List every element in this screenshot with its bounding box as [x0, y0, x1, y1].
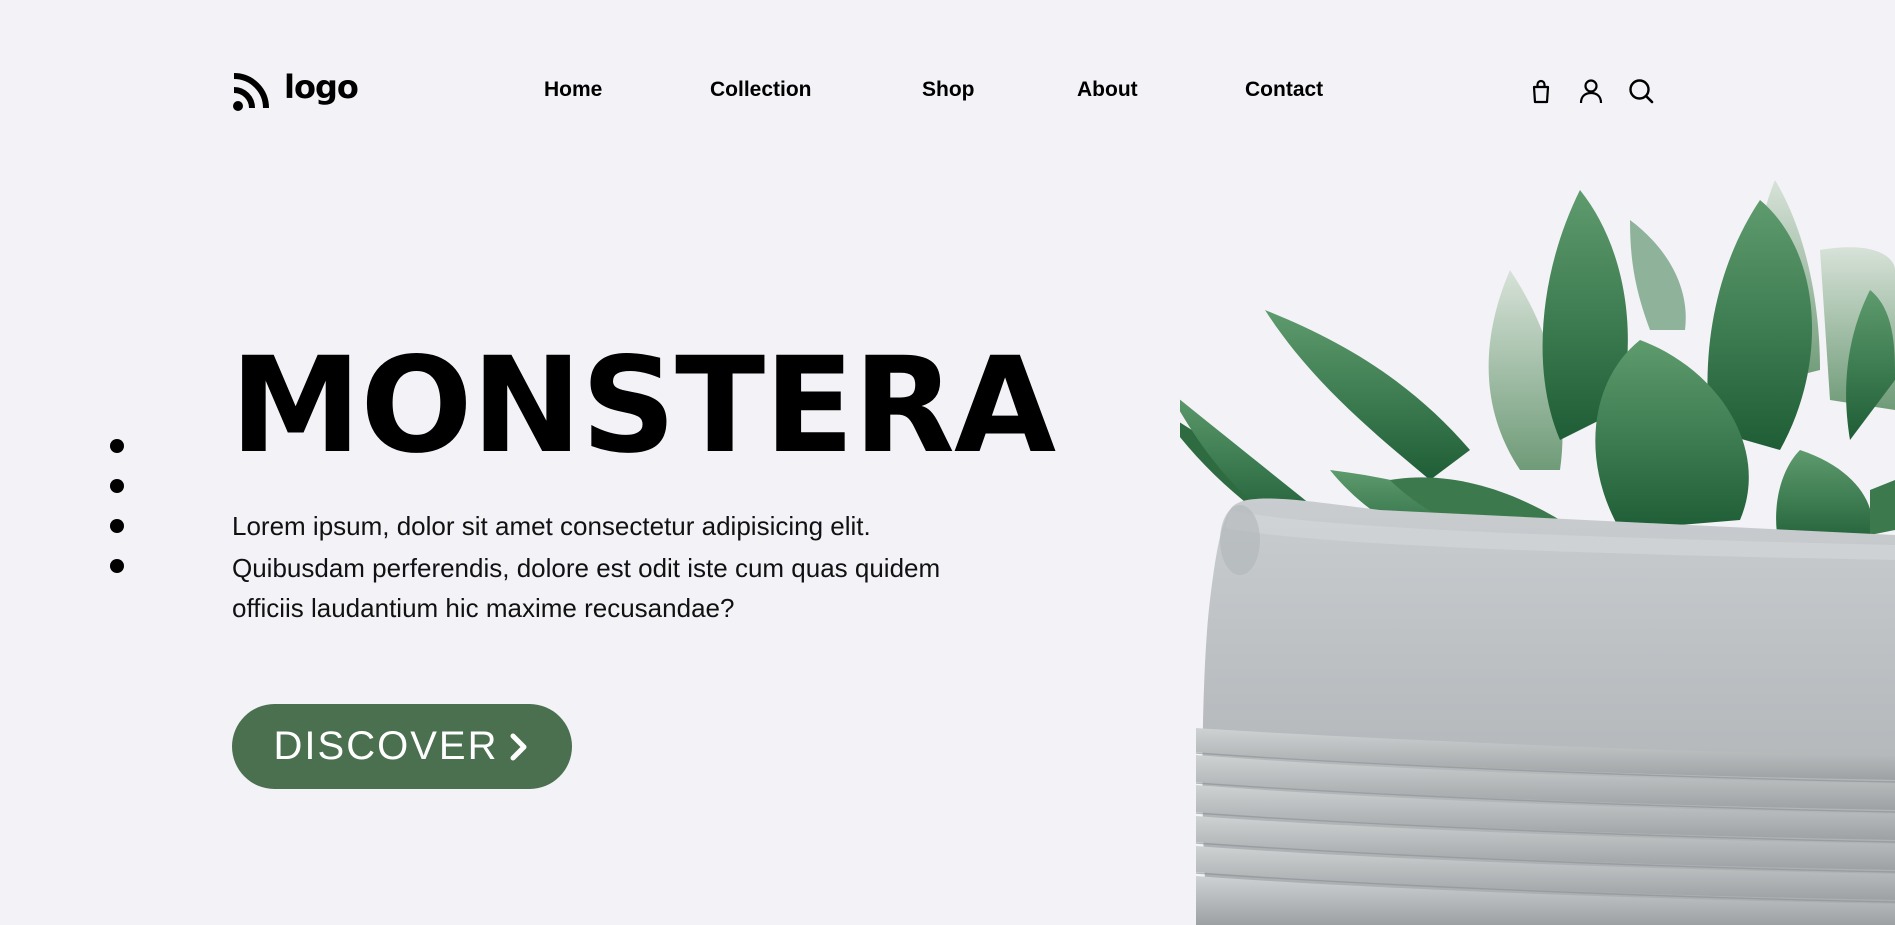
header-actions — [1528, 78, 1654, 104]
hero-description-line-1: Lorem ipsum, dolor sit amet consectetur … — [232, 511, 871, 541]
nav-shop[interactable]: Shop — [922, 78, 975, 102]
hero-description: Lorem ipsum, dolor sit amet consectetur … — [232, 506, 992, 628]
nav-home[interactable]: Home — [544, 78, 602, 102]
hero-title: MONSTERA — [230, 329, 1056, 483]
slider-dot-4[interactable] — [110, 559, 124, 573]
nav-collection[interactable]: Collection — [710, 78, 812, 102]
nav-contact[interactable]: Contact — [1245, 78, 1323, 102]
user-icon[interactable] — [1578, 78, 1604, 104]
discover-button-label: DISCOVER — [273, 724, 499, 768]
chevron-right-icon — [510, 733, 527, 760]
discover-button[interactable]: DISCOVER — [232, 704, 572, 789]
nav-about[interactable]: About — [1077, 78, 1138, 102]
slider-dots — [110, 439, 124, 573]
search-icon[interactable] — [1628, 78, 1654, 104]
slider-dot-3[interactable] — [110, 519, 124, 533]
slider-dot-1[interactable] — [110, 439, 124, 453]
slider-dot-2[interactable] — [110, 479, 124, 493]
shopping-bag-icon[interactable] — [1528, 78, 1554, 104]
hero-description-line-2: Quibusdam perferendis, dolore est odit i… — [232, 553, 941, 623]
succulent-plant-image — [1180, 180, 1895, 925]
landing-page: logo Home Collection Shop About Contact … — [0, 0, 1895, 925]
